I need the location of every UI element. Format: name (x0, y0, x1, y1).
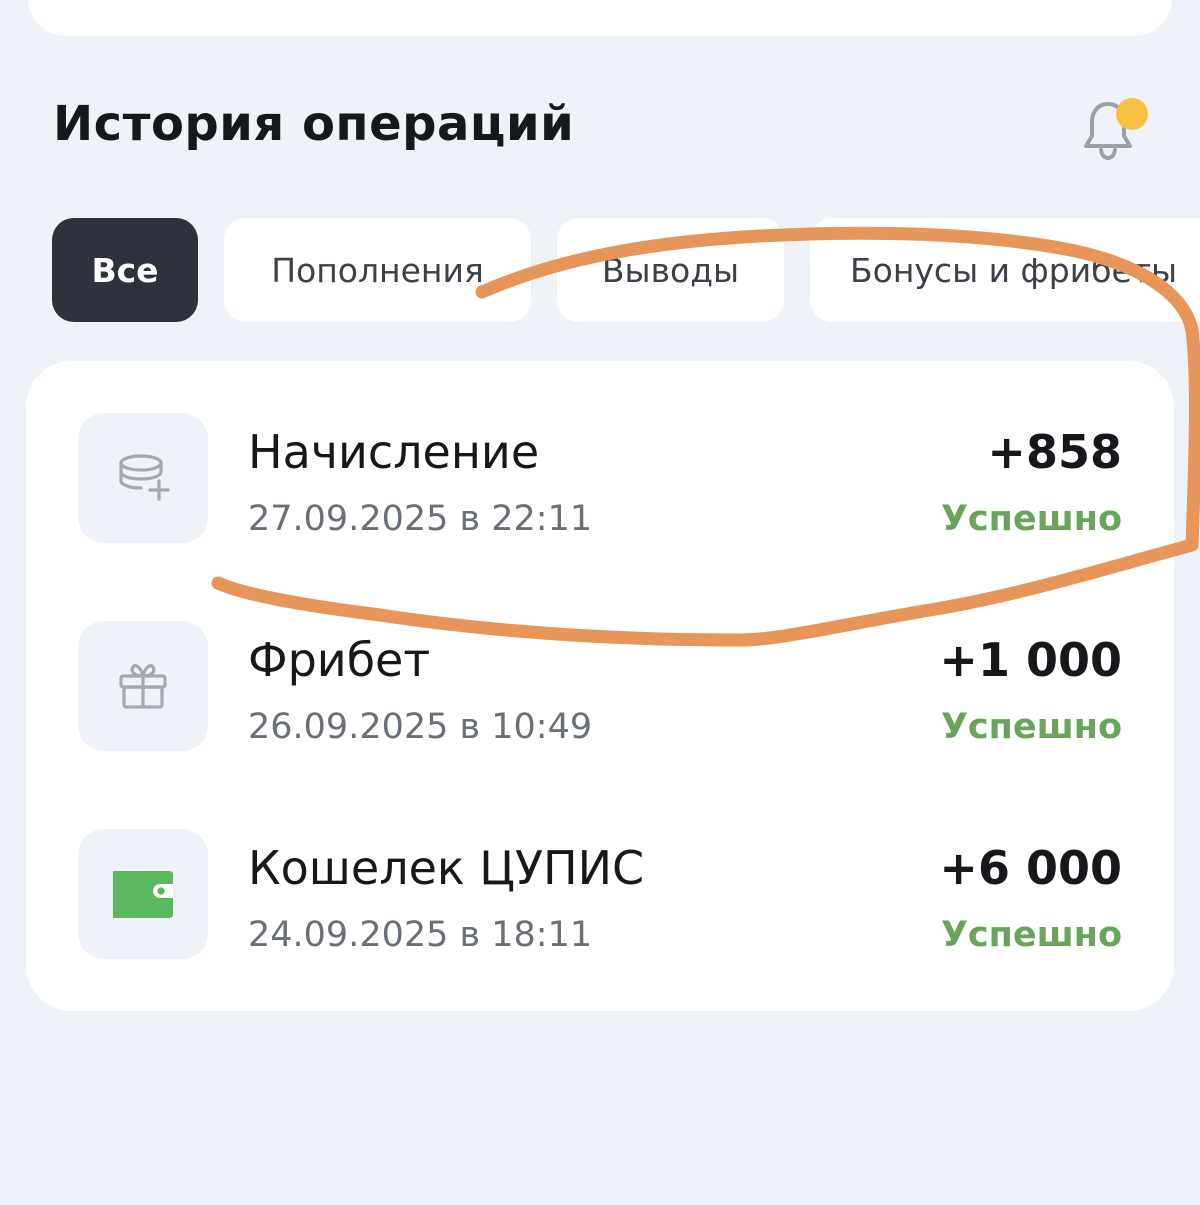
transaction-icon-box (78, 829, 208, 959)
previous-card (28, 0, 1172, 36)
transaction-amount: +6 000 (939, 841, 1122, 895)
transactions-list: Начисление 27.09.2025 в 22:11 +858 Успеш… (26, 361, 1174, 1011)
unread-indicator (1116, 98, 1148, 130)
notifications-button[interactable] (1076, 92, 1156, 164)
transaction-row[interactable]: Начисление 27.09.2025 в 22:11 +858 Успеш… (26, 413, 1174, 543)
transaction-row[interactable]: Фрибет 26.09.2025 в 10:49 +1 000 Успешно (26, 621, 1174, 751)
tab-deposits[interactable]: Пополнения (224, 218, 531, 322)
transaction-amount: +858 (987, 425, 1122, 479)
filter-tabs: Все Пополнения Выводы Бонусы и фрибеты (52, 218, 1200, 322)
status-badge: Успешно (940, 499, 1122, 539)
gift-icon (119, 664, 167, 709)
transaction-date: 24.09.2025 в 18:11 (248, 915, 593, 955)
wallet-icon (113, 871, 173, 918)
transaction-amount: +1 000 (939, 633, 1122, 687)
coins-plus-icon (119, 454, 170, 501)
tab-bonuses-freebets[interactable]: Бонусы и фрибеты (810, 218, 1200, 322)
transaction-title: Кошелек ЦУПИС (248, 841, 645, 895)
transaction-icon-box (78, 621, 208, 751)
transaction-title: Начисление (248, 425, 540, 479)
tab-withdrawals[interactable]: Выводы (557, 218, 784, 322)
page-title: История операций (53, 96, 575, 152)
transaction-date: 27.09.2025 в 22:11 (248, 499, 593, 539)
status-badge: Успешно (940, 707, 1122, 747)
status-badge: Успешно (940, 915, 1122, 955)
transaction-date: 26.09.2025 в 10:49 (248, 707, 593, 747)
transaction-title: Фрибет (248, 633, 431, 687)
transaction-row[interactable]: Кошелек ЦУПИС 24.09.2025 в 18:11 +6 000 … (26, 829, 1174, 959)
transaction-icon-box (78, 413, 208, 543)
tab-all[interactable]: Все (52, 218, 198, 322)
